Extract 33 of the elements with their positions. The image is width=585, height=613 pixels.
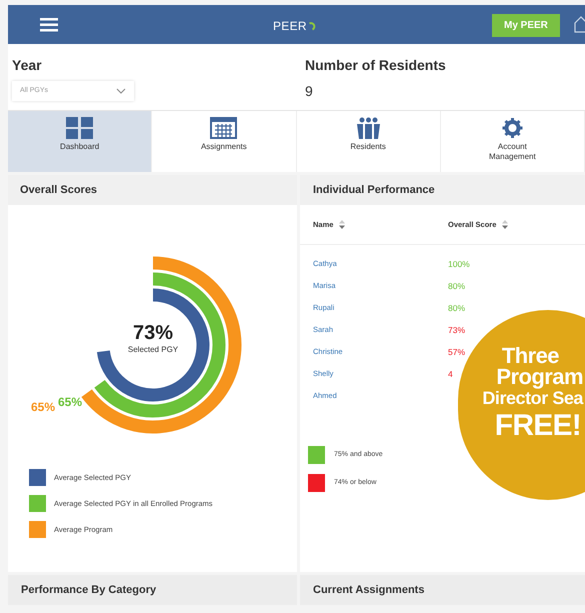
sort-icon — [339, 220, 346, 229]
promo-text: Program — [496, 366, 583, 387]
score-value: 73% — [132, 322, 174, 344]
promo-text: Director Sea — [482, 388, 583, 409]
chevron-down-icon — [116, 88, 126, 94]
year-label: Year — [12, 56, 43, 75]
promo-text: FREE! — [494, 409, 582, 443]
ring-value-label: 65% — [58, 394, 82, 411]
panel-title: Overall Scores — [8, 175, 297, 205]
residents-label: Number of Residents — [305, 56, 446, 75]
people-icon — [354, 117, 382, 139]
resident-score: 57% — [448, 346, 466, 358]
resident-score: 4 — [448, 368, 453, 380]
panel-title: Individual Performance — [300, 175, 585, 205]
logo-mark-icon — [308, 21, 317, 31]
panel-title: Current Assignments — [300, 575, 585, 605]
home-button[interactable] — [573, 15, 585, 33]
score-label: Selected PGY — [128, 344, 178, 356]
calendar-icon — [210, 117, 238, 139]
resident-score: 100% — [448, 258, 470, 270]
residents-count: 9 — [305, 82, 314, 101]
panel-title: Performance By Category — [8, 575, 297, 605]
home-icon — [573, 15, 585, 33]
menu-icon — [40, 18, 58, 32]
resident-score: 80% — [448, 302, 466, 314]
promo-text: Three — [502, 345, 560, 366]
resident-score: 80% — [448, 280, 466, 292]
logo-text: PEER — [273, 18, 307, 35]
nav-tab[interactable]: Dashboard — [8, 111, 152, 172]
sort-icon — [502, 220, 508, 229]
resident-score: 73% — [448, 324, 466, 336]
grid-icon — [66, 117, 94, 139]
ring-value-label: 65% — [31, 399, 56, 416]
